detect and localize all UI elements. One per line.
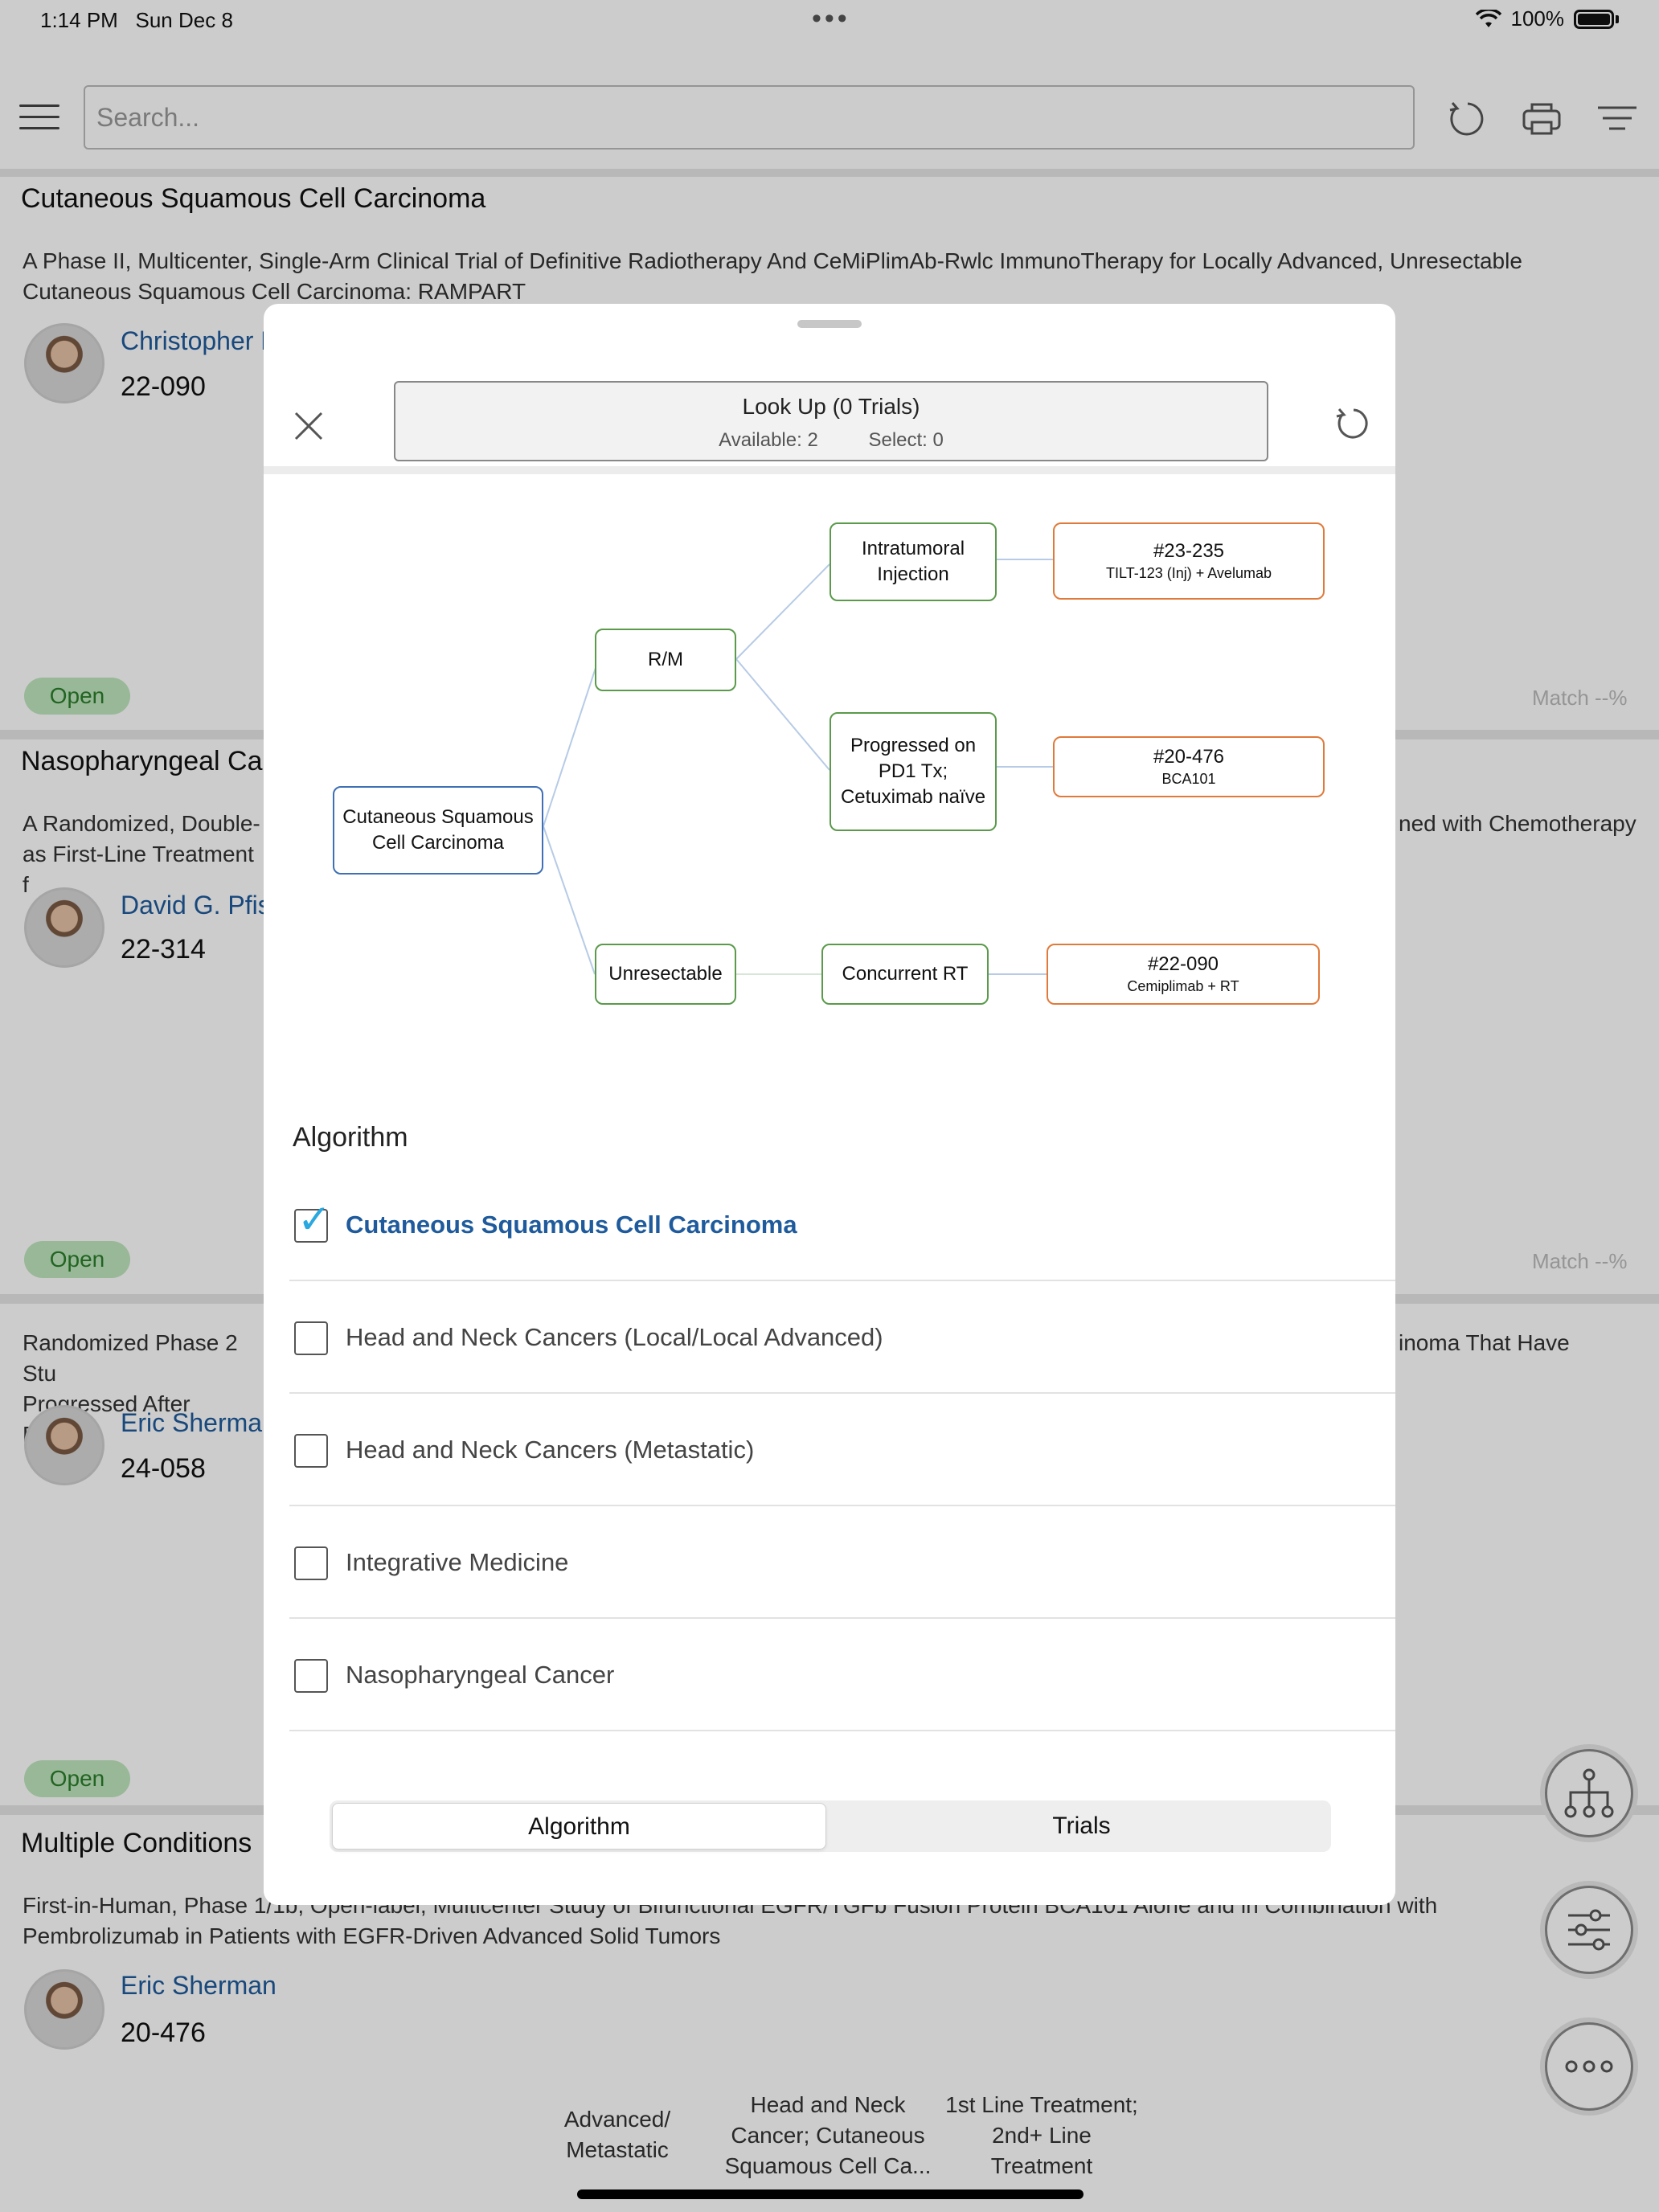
node-intratumoral[interactable]: Intratumoral Injection: [830, 522, 997, 601]
lookup-title: Look Up (0 Trials): [742, 394, 920, 419]
reset-icon[interactable]: [1333, 403, 1374, 445]
node-concurrent-rt[interactable]: Concurrent RT: [821, 944, 989, 1005]
lookup-sheet: Look Up (0 Trials) Available: 2 Select: …: [264, 304, 1395, 1905]
sheet-divider: [264, 466, 1395, 474]
algorithm-label: Nasopharyngeal Cancer: [346, 1661, 615, 1689]
algorithm-label: Head and Neck Cancers (Local/Local Advan…: [346, 1323, 883, 1351]
lookup-button[interactable]: Look Up (0 Trials) Available: 2 Select: …: [394, 381, 1268, 461]
lookup-counts: Available: 2 Select: 0: [395, 429, 1267, 452]
node-progressed[interactable]: Progressed on PD1 Tx; Cetuximab naïve: [830, 712, 997, 831]
node-unresectable[interactable]: Unresectable: [595, 944, 736, 1005]
algorithm-label: Head and Neck Cancers (Metastatic): [346, 1436, 755, 1464]
algorithm-row[interactable]: ✓ Cutaneous Squamous Cell Carcinoma: [289, 1169, 1395, 1281]
checkbox[interactable]: [294, 1659, 328, 1693]
segmented-control: Algorithm Trials: [330, 1800, 1331, 1852]
available-count: Available: 2: [719, 429, 818, 451]
node-trial-23-235[interactable]: #23-235 TILT-123 (Inj) + Avelumab: [1053, 522, 1325, 600]
tab-algorithm[interactable]: Algorithm: [332, 1803, 826, 1849]
node-rm[interactable]: R/M: [595, 629, 736, 691]
checkbox-checked[interactable]: ✓: [294, 1199, 331, 1243]
checkbox[interactable]: [294, 1321, 328, 1355]
node-root[interactable]: Cutaneous Squamous Cell Carcinoma: [333, 786, 543, 875]
tab-trials[interactable]: Trials: [834, 1803, 1329, 1849]
node-trial-20-476[interactable]: #20-476 BCA101: [1053, 736, 1325, 797]
algorithm-section-title: Algorithm: [293, 1122, 408, 1153]
checkbox[interactable]: [294, 1434, 328, 1468]
sheet-grabber[interactable]: [797, 320, 862, 328]
segmented-control-area: Algorithm Trials: [264, 1783, 1395, 1905]
selected-count: Select: 0: [868, 429, 944, 451]
checkmark-icon: ✓: [297, 1197, 331, 1242]
close-icon[interactable]: [286, 403, 331, 449]
algorithm-row[interactable]: Nasopharyngeal Cancer: [289, 1619, 1395, 1731]
algorithm-diagram: Cutaneous Squamous Cell Carcinoma R/M Unr…: [264, 474, 1395, 1069]
algorithm-row[interactable]: Head and Neck Cancers (Metastatic): [289, 1394, 1395, 1506]
checkbox[interactable]: [294, 1546, 328, 1580]
algorithm-label: Cutaneous Squamous Cell Carcinoma: [346, 1210, 797, 1239]
algorithm-row[interactable]: Integrative Medicine: [289, 1506, 1395, 1619]
algorithm-row[interactable]: Head and Neck Cancers (Local/Local Advan…: [289, 1281, 1395, 1394]
node-trial-22-090[interactable]: #22-090 Cemiplimab + RT: [1047, 944, 1320, 1005]
algorithm-label: Integrative Medicine: [346, 1548, 569, 1576]
